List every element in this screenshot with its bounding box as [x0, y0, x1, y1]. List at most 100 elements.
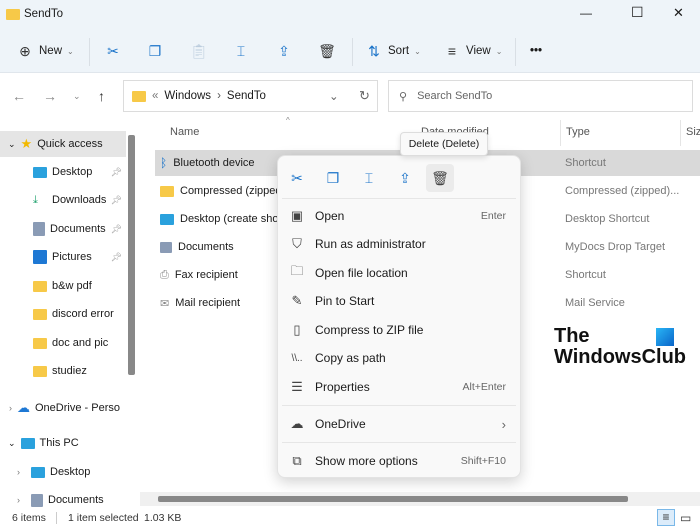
windows-logo-icon [656, 328, 674, 346]
minimize-button[interactable]: — [580, 6, 592, 20]
menu-delete-button[interactable]: 🗑︎ [426, 164, 454, 192]
nav-label: studiez [52, 365, 87, 377]
view-button[interactable]: ≡ View ⌄ [443, 38, 503, 64]
recent-chevron-icon[interactable]: ⌄ [73, 91, 81, 102]
column-header-name[interactable]: Name [170, 126, 199, 138]
menu-item-show-more-options[interactable]: ⧉ Show more options Shift+F10 [278, 447, 520, 475]
menu-label: Show more options [315, 454, 418, 468]
menu-shortcut: Shift+F10 [460, 455, 506, 467]
download-icon: ⤓ [33, 193, 38, 206]
menu-cut-button[interactable]: ✂ [283, 164, 311, 192]
menu-label: Copy as path [315, 351, 386, 365]
breadcrumb-sendto[interactable]: SendTo [227, 90, 266, 102]
pin-icon: 📌︎ [110, 194, 122, 205]
desktop-icon [31, 466, 45, 478]
nav-pc-desktop[interactable]: › Desktop [0, 459, 126, 485]
sort-label: Sort [388, 45, 410, 57]
nav-item-folder[interactable]: doc and pic [0, 330, 126, 356]
menu-share-button[interactable]: ⇪ [391, 164, 419, 192]
file-name: Mail recipient [175, 297, 241, 309]
nav-label: Pictures [52, 251, 92, 263]
paste-button[interactable]: 📋︎ [190, 38, 208, 64]
file-name: Compressed (zipped) [180, 185, 286, 197]
view-lines-icon: ≡ [447, 43, 457, 59]
mail-icon: ✉ [160, 297, 170, 310]
breadcrumb-windows[interactable]: Windows [164, 90, 211, 102]
window-title: SendTo [24, 8, 64, 20]
folder-icon [33, 365, 47, 377]
cloud-icon: ☁ [290, 416, 304, 431]
zip-icon: ▯ [293, 322, 301, 337]
folder-outline-icon: 🗀 [290, 263, 304, 278]
back-arrow-icon[interactable]: ← [12, 88, 26, 104]
nav-item-folder[interactable]: b&w pdf [0, 273, 126, 299]
file-type: Shortcut [565, 269, 606, 281]
refresh-icon[interactable]: ↻ [359, 88, 370, 104]
menu-rename-button[interactable]: ⌶ [355, 164, 383, 192]
nav-item-folder[interactable]: studiez [0, 358, 126, 384]
fax-icon: ⎙ [160, 268, 169, 281]
copy-icon: ❐ [148, 42, 162, 59]
star-icon: ★ [20, 136, 33, 151]
nav-item-documents[interactable]: Documents 📌︎ [0, 216, 126, 242]
details-view-button[interactable]: ≡ [657, 509, 675, 526]
menu-label: Open [315, 209, 345, 223]
folder-icon [33, 280, 47, 292]
horizontal-scrollbar[interactable] [158, 496, 628, 502]
sort-button[interactable]: ⇅ Sort ⌄ [365, 38, 421, 64]
menu-item-pin-to-start[interactable]: ✎ Pin to Start [278, 287, 520, 315]
menu-item-run-as-admin[interactable]: ⛉ Run as administrator [278, 230, 520, 258]
delete-button[interactable]: 🗑︎ [318, 38, 336, 64]
more-options-button[interactable]: ••• [530, 38, 542, 64]
nav-label: Documents [50, 223, 106, 235]
command-bar: ⊕ New ⌄ ✂ ❐ 📋︎ ⌶ ⇪ 🗑︎ ⇅ Sort ⌄ ≡ View ⌄ ••• [0, 30, 700, 73]
nav-item-folder[interactable]: discord error [0, 301, 126, 327]
column-header-size[interactable]: Size [686, 126, 700, 138]
up-arrow-icon[interactable]: ↑ [98, 88, 105, 104]
maximize-button[interactable]: ☐ [631, 4, 644, 21]
nav-item-pictures[interactable]: Pictures 📌︎ [0, 244, 126, 270]
tiles-view-button[interactable]: ▭ [680, 511, 691, 525]
menu-item-properties[interactable]: ☰ Properties Alt+Enter [278, 373, 520, 401]
forward-arrow-icon[interactable]: → [43, 88, 57, 104]
file-type: Shortcut [565, 157, 606, 169]
menu-copy-button[interactable]: ❐ [319, 164, 347, 192]
chevron-down-icon[interactable]: ⌄ [329, 89, 339, 103]
copy-button[interactable]: ❐ [146, 38, 164, 64]
status-bar: 6 items 1 item selected 1.03 KB ≡ ▭ [0, 509, 700, 527]
cut-button[interactable]: ✂ [104, 38, 122, 64]
properties-icon: ☰ [291, 379, 303, 394]
menu-item-open[interactable]: ▣ Open Enter [278, 202, 520, 230]
nav-onedrive[interactable]: › ☁ OneDrive - Perso [0, 395, 126, 421]
file-name: Fax recipient [174, 269, 238, 281]
new-button[interactable]: ⊕ New ⌄ [16, 38, 74, 64]
menu-item-copy-as-path[interactable]: \\.. Copy as path [278, 344, 520, 372]
menu-item-onedrive[interactable]: ☁ OneDrive › [278, 410, 520, 438]
nav-item-desktop[interactable]: Desktop 📌︎ [0, 159, 126, 185]
search-placeholder: Search SendTo [417, 90, 493, 102]
nav-item-downloads[interactable]: ⤓ Downloads 📌︎ [0, 187, 126, 213]
file-name: Bluetooth device [173, 157, 255, 169]
nav-quick-access[interactable]: ⌄ ★ Quick access [0, 131, 126, 157]
nav-label: Desktop [50, 466, 91, 478]
menu-label: Pin to Start [315, 294, 375, 308]
menu-item-compress-zip[interactable]: ▯ Compress to ZIP file [278, 316, 520, 344]
zip-folder-icon [160, 185, 174, 197]
share-button[interactable]: ⇪ [275, 38, 293, 64]
item-count: 6 items [12, 512, 46, 524]
search-input[interactable]: ⚲ Search SendTo [388, 80, 693, 112]
nav-this-pc[interactable]: ⌄ This PC [0, 430, 126, 456]
overflow-chevron[interactable]: « [152, 90, 158, 102]
selection-count: 1 item selected [68, 512, 139, 524]
nav-scrollbar[interactable] [128, 135, 135, 375]
rename-button[interactable]: ⌶ [232, 38, 250, 64]
navigation-pane: ⌄ ★ Quick access Desktop 📌︎ ⤓ Downloads 📌︎ Do… [0, 120, 138, 510]
folder-icon [132, 90, 146, 102]
close-button[interactable]: ✕ [673, 5, 684, 21]
address-bar[interactable]: « Windows › SendTo ⌄ ↻ [123, 80, 378, 112]
menu-item-open-file-location[interactable]: 🗀 Open file location [278, 259, 520, 287]
title-bar: SendTo — ☐ ✕ [0, 0, 700, 30]
column-header-type[interactable]: Type [566, 126, 590, 138]
file-type: Compressed (zipped)... [565, 185, 680, 197]
sort-icon: ⇅ [368, 42, 380, 59]
